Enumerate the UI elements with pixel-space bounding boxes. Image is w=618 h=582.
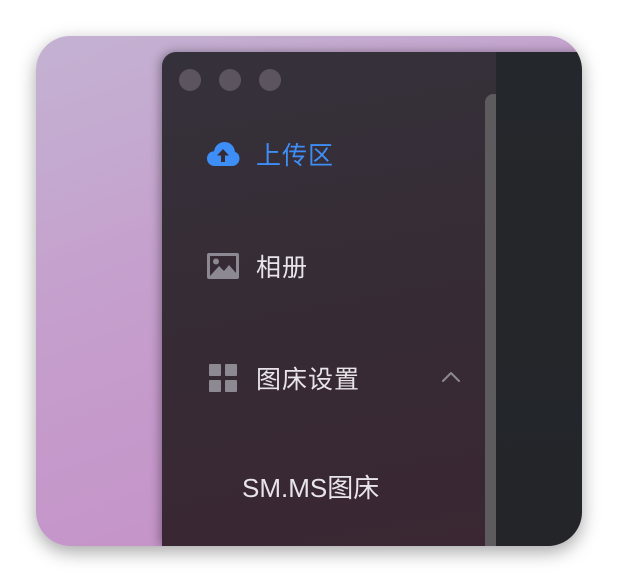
sidebar: 上传区 相册 图床设置 SM.MS图床 bbox=[162, 52, 502, 546]
window-close-button[interactable] bbox=[179, 69, 201, 91]
sidebar-item-upload[interactable]: 上传区 bbox=[206, 132, 334, 176]
window-maximize-button[interactable] bbox=[259, 69, 281, 91]
chevron-up-icon[interactable] bbox=[440, 366, 462, 388]
sidebar-item-label: 相册 bbox=[256, 253, 309, 282]
sidebar-item-label: 图床设置 bbox=[256, 365, 361, 394]
submenu-item-smms[interactable]: SM.MS图床 bbox=[242, 464, 379, 508]
sidebar-item-image-host-settings[interactable]: 图床设置 bbox=[206, 356, 470, 400]
image-icon bbox=[206, 249, 240, 283]
cloud-upload-icon bbox=[206, 137, 240, 171]
main-panel bbox=[496, 52, 582, 546]
grid-icon bbox=[206, 361, 240, 395]
app-window: 上传区 相册 图床设置 SM.MS图床 bbox=[162, 52, 582, 546]
window-minimize-button[interactable] bbox=[219, 69, 241, 91]
app-backdrop: 上传区 相册 图床设置 SM.MS图床 bbox=[36, 36, 582, 546]
submenu-item-label: SM.MS图床 bbox=[242, 472, 380, 503]
sidebar-item-label: 上传区 bbox=[256, 141, 335, 170]
sidebar-item-album[interactable]: 相册 bbox=[206, 244, 308, 288]
